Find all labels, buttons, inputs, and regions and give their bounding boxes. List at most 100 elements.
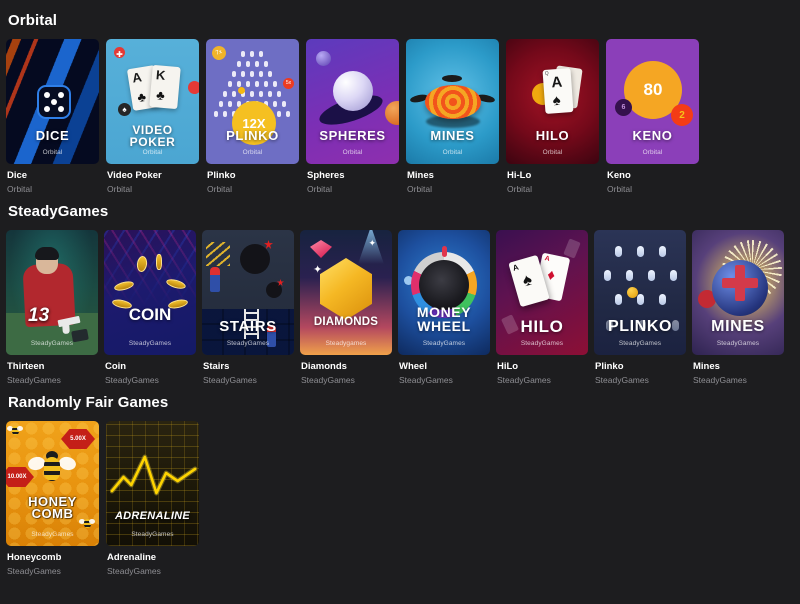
art-sub-spheres: Orbital (342, 149, 363, 156)
sparkle-icon-2: ✦ (368, 238, 376, 248)
game-name-stairs: Stairs (203, 361, 230, 372)
plinko-peg (241, 51, 245, 57)
playing-card-king: K ♣ (149, 64, 181, 110)
game-thumb-plinko-orbital[interactable]: 12X PLINKO Orbital (206, 39, 299, 164)
game-card-mines-steadygames[interactable]: MINES SteadyGames Mines SteadyGames (692, 230, 784, 386)
chip-red2-icon (188, 81, 199, 94)
game-name-adrenaline: Adrenaline (107, 552, 157, 563)
plinko-peg (218, 101, 223, 107)
game-thumb-dice[interactable]: DICE Orbital (6, 39, 99, 164)
section-steadygames: SteadyGames 13 SteadyGames Thirteen Stea… (6, 197, 794, 386)
plinko-peg (214, 111, 218, 117)
dice-icon (37, 85, 71, 119)
game-name-diamonds: Diamonds (301, 361, 347, 372)
game-thumb-diamonds[interactable]: ✦ ✦ DIAMONDS Steadygames (300, 230, 392, 355)
game-provider-hilo-steadygames: SteadyGames (497, 375, 551, 385)
bomb-large-icon (240, 244, 270, 274)
game-meta-mines-steadygames: Mines SteadyGames (692, 355, 784, 386)
keno-art: 80 6 2 (606, 39, 699, 164)
section-title-randomly-fair-games: Randomly Fair Games (8, 394, 169, 411)
art-title-video-poker: VIDEO POKER (106, 124, 199, 148)
game-card-hilo-steadygames[interactable]: A ♦ A ♠ HILO SteadyGames HiLo SteadyGame… (496, 230, 588, 386)
plinko-sg-art (594, 230, 686, 355)
plinko-peg (227, 101, 232, 107)
chip-red-icon (114, 47, 125, 58)
art-title-hilo-sg: HILO (520, 317, 564, 336)
card-rank-a: A (131, 69, 143, 86)
game-thumb-wheel[interactable]: MONEY WHEEL SteadyGames (398, 230, 490, 355)
game-card-plinko-steadygames[interactable]: PLINKO SteadyGames Plinko SteadyGames (594, 230, 686, 386)
game-card-wheel[interactable]: MONEY WHEEL SteadyGames Wheel SteadyGame… (398, 230, 490, 386)
game-meta-video-poker: Video Poker Orbital (106, 164, 199, 195)
section-randomly-fair-games: Randomly Fair Games 5.00X 10.00X HONEY C… (6, 388, 794, 577)
game-meta-stairs: Stairs SteadyGames (202, 355, 294, 386)
stairs-character-1 (210, 267, 220, 292)
game-card-hilo-orbital[interactable]: Q A ♠ HILO Orbital Hi-Lo Orbital (506, 39, 599, 195)
game-card-plinko-orbital[interactable]: 12X PLINKO Orbital Plinko Orbital (206, 39, 299, 195)
game-provider-keno: Orbital (607, 184, 633, 194)
game-provider-thirteen: SteadyGames (7, 375, 61, 385)
hilo-sg-suit-diamond: ♦ (545, 266, 557, 285)
hilo-card-front: Q A ♠ (542, 68, 574, 114)
plinko-peg (272, 101, 277, 107)
game-card-video-poker[interactable]: A♣ K♣ VIDEO POKER Orbital Video Poker Or… (106, 39, 199, 195)
plinko-red-icon (283, 78, 294, 89)
hilo-sg-rank-spade: A (511, 262, 520, 273)
game-meta-wheel: Wheel SteadyGames (398, 355, 490, 386)
game-provider-mines-orbital: Orbital (407, 184, 433, 194)
game-name-wheel: Wheel (399, 361, 427, 372)
game-thumb-keno[interactable]: 80 6 2 KENO Orbital (606, 39, 699, 164)
game-name-dice: Dice (7, 170, 28, 181)
hilo-card-suit: ♠ (552, 91, 562, 110)
stairs-art (202, 230, 294, 355)
game-thumb-hilo-steadygames[interactable]: A ♦ A ♠ HILO SteadyGames (496, 230, 588, 355)
game-provider-diamonds: SteadyGames (301, 375, 355, 385)
thirteen-art: 13 (6, 230, 98, 355)
plinko-coin-icon (210, 44, 228, 62)
game-card-keno[interactable]: 80 6 2 KENO Orbital Keno Orbital (606, 39, 699, 195)
plinko-peg (281, 101, 286, 107)
bomb-small-icon (266, 282, 282, 298)
game-card-diamonds[interactable]: ✦ ✦ DIAMONDS Steadygames Diamonds Steady… (300, 230, 392, 386)
plinko-sg-ball-icon (627, 287, 638, 298)
game-thumb-plinko-steadygames[interactable]: PLINKO SteadyGames (594, 230, 686, 355)
game-card-stairs[interactable]: STAIRS SteadyGames Stairs SteadyGames (202, 230, 294, 386)
game-card-honeycomb[interactable]: 5.00X 10.00X HONEY COMB SteadyGames Hone… (6, 421, 99, 577)
game-thumb-video-poker[interactable]: A♣ K♣ VIDEO POKER Orbital (106, 39, 199, 164)
plinko-peg (286, 111, 290, 117)
wheel-hub-icon (419, 260, 469, 310)
game-provider-spheres: Orbital (307, 184, 333, 194)
game-thumb-coin[interactable]: COIN SteadyGames (104, 230, 196, 355)
game-card-adrenaline[interactable]: ADRENALINE SteadyGames Adrenaline Steady… (106, 421, 199, 577)
game-card-spheres[interactable]: SPHERES Orbital Spheres Orbital (306, 39, 399, 195)
plinko-sg-peg (659, 246, 666, 257)
game-card-thirteen[interactable]: 13 SteadyGames Thirteen SteadyGames (6, 230, 98, 386)
hilo-card-rank: A (550, 73, 563, 92)
plinko-peg (227, 81, 232, 87)
plinko-peg (254, 61, 259, 67)
game-thumb-adrenaline[interactable]: ADRENALINE SteadyGames (106, 421, 199, 546)
game-name-plinko-orbital: Plinko (207, 170, 236, 181)
hilo-art: Q A ♠ (506, 39, 599, 164)
chip-black-icon (118, 103, 131, 116)
game-thumb-mines-orbital[interactable]: MINES Orbital (406, 39, 499, 164)
art-title-wheel-line1: MONEY (416, 304, 472, 320)
game-meta-diamonds: Diamonds SteadyGames (300, 355, 392, 386)
game-card-dice[interactable]: DICE Orbital Dice Orbital (6, 39, 99, 195)
game-thumb-hilo-orbital[interactable]: Q A ♠ HILO Orbital (506, 39, 599, 164)
game-thumb-thirteen[interactable]: 13 SteadyGames (6, 230, 98, 355)
mines-art (406, 39, 499, 164)
plinko-peg (268, 91, 272, 97)
game-card-mines-orbital[interactable]: MINES Orbital Mines Orbital (406, 39, 499, 195)
mines-sg-art (692, 230, 784, 355)
game-thumb-honeycomb[interactable]: 5.00X 10.00X HONEY COMB SteadyGames (6, 421, 99, 546)
game-thumb-stairs[interactable]: STAIRS SteadyGames (202, 230, 294, 355)
plinko-peg (232, 71, 236, 77)
plinko-sg-peg (615, 246, 622, 257)
plinko-peg (245, 81, 250, 87)
game-thumb-spheres[interactable]: SPHERES Orbital (306, 39, 399, 164)
art-sub-mines-orbital: Orbital (442, 149, 463, 156)
sparkle-icon-1: ✦ (313, 264, 323, 276)
game-thumb-mines-steadygames[interactable]: MINES SteadyGames (692, 230, 784, 355)
game-card-coin[interactable]: COIN SteadyGames Coin SteadyGames (104, 230, 196, 386)
